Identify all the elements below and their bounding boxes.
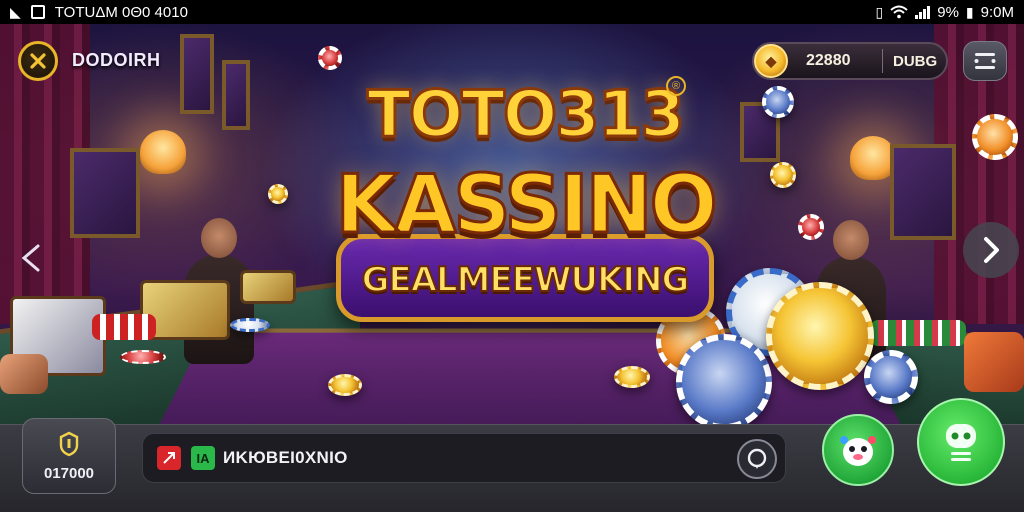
big-chip <box>864 350 918 404</box>
wall-painting-right <box>890 144 956 240</box>
wall-poster <box>222 60 250 130</box>
hamburger-icon <box>974 53 996 69</box>
search-bar[interactable]: ΙΑ ИKЮΒΕΙ0ΧΝΙΟ <box>142 433 786 483</box>
flying-coin <box>770 162 796 188</box>
table-chip <box>120 350 166 364</box>
next-button[interactable] <box>963 222 1019 278</box>
flying-chip <box>318 46 342 70</box>
wifi-icon <box>890 5 908 19</box>
battery-percent: 9% <box>937 3 959 21</box>
chip-stack <box>92 314 156 340</box>
currency-label: DUBG <box>893 52 938 70</box>
logo-title-line1: TOTO313 <box>366 77 687 154</box>
table-coin <box>328 374 362 396</box>
chevron-right-icon <box>984 237 999 263</box>
flying-chip <box>972 114 1018 160</box>
chat-button[interactable] <box>737 439 777 479</box>
wall-poster <box>180 34 214 114</box>
card-shoe <box>964 332 1024 392</box>
divider <box>882 49 883 73</box>
table-chip <box>230 318 270 332</box>
battery-icon: ▮ <box>965 4 974 20</box>
chevron-left-icon[interactable] <box>18 242 46 274</box>
close-x-icon <box>30 53 46 69</box>
logo-title-line2: KASSINO <box>334 157 719 253</box>
brand-label: DODOIRH <box>72 50 161 70</box>
notification-icon: ◣ <box>10 4 21 20</box>
flying-coin <box>268 184 288 204</box>
wallet-value: 017000 <box>43 464 95 482</box>
balance-amount: 22880 <box>806 52 851 69</box>
badge-icon: ΙΑ <box>191 446 215 470</box>
card-shoe <box>0 354 48 394</box>
wall-lamp-left <box>140 130 186 174</box>
vibrate-icon: ▯ <box>875 4 884 20</box>
wall-painting-left <box>70 148 140 238</box>
mascot-button[interactable] <box>822 414 894 486</box>
status-bar: ◣ TOTUΔM 0Θ0 4010 ▯ 9% ▮ 9:0M <box>0 0 1024 24</box>
flying-chip <box>798 214 824 240</box>
bingo-card <box>240 270 296 304</box>
table-coin <box>614 366 650 388</box>
trademark-mark: ® <box>666 76 686 96</box>
status-app-title: TOTUΔM 0Θ0 4010 <box>54 3 188 21</box>
coin-icon: ◆ <box>754 44 788 78</box>
logo-tagline: GEALMEEWUKING <box>361 259 691 301</box>
big-chip <box>676 334 772 428</box>
chip-rack <box>870 320 966 346</box>
flag-icon <box>157 446 181 470</box>
app-square-icon <box>30 5 45 19</box>
robot-button[interactable] <box>917 398 1005 486</box>
game-logo: TOTO313 ® KASSINO GEALMEEWUKING <box>330 74 720 334</box>
balance-display[interactable]: ◆ 22880 DUBG <box>752 42 948 80</box>
robot-icon <box>946 424 976 461</box>
big-gold-chip <box>766 282 874 390</box>
shield-icon <box>59 431 79 456</box>
flying-chip <box>762 86 794 118</box>
wallet-button[interactable]: 017000 <box>22 418 116 494</box>
search-text: ИKЮΒΕΙ0ΧΝΙΟ <box>223 448 348 467</box>
menu-button[interactable] <box>963 41 1007 81</box>
chat-bubble-icon <box>747 448 767 469</box>
signal-icon <box>915 5 931 19</box>
back-button[interactable] <box>18 41 58 81</box>
clock: 9:0M <box>980 3 1014 21</box>
mascot-icon <box>840 436 876 466</box>
